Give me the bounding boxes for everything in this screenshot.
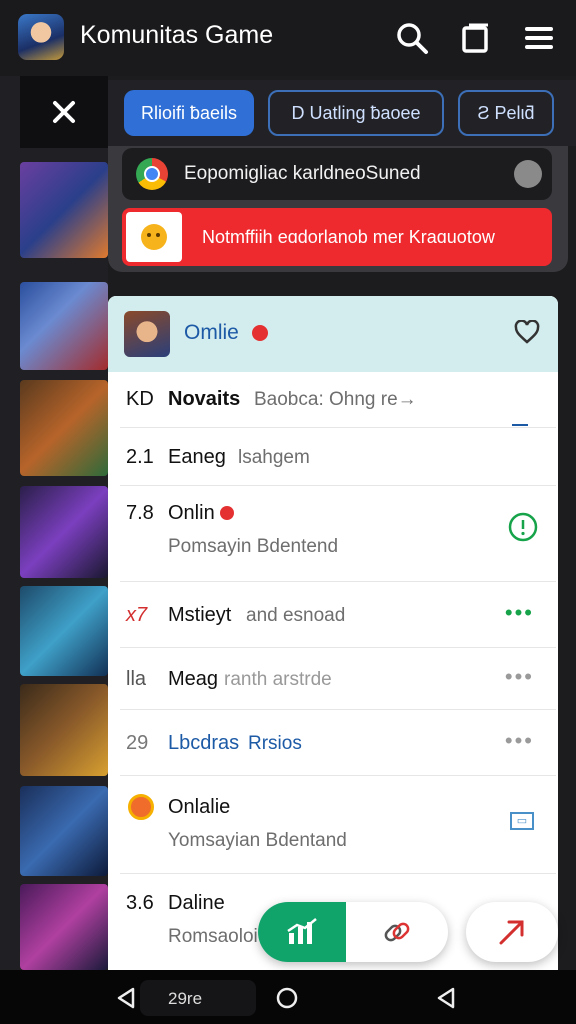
list-item[interactable]: 7.8 Onlin Pomsayin Bdentend: [120, 486, 556, 582]
row-name: Onlalie: [168, 796, 231, 818]
link-icon: [384, 922, 410, 942]
browser-icon: [136, 158, 168, 190]
home-icon[interactable]: [273, 984, 301, 1012]
menu-icon[interactable]: [519, 18, 559, 58]
app-title: Komunitas Game: [80, 21, 274, 49]
status-icon: [128, 794, 154, 820]
row-name: Mstieyt: [168, 604, 232, 626]
row-number: 29: [126, 732, 149, 754]
back-icon[interactable]: [112, 984, 140, 1012]
alert-icon[interactable]: [508, 512, 538, 547]
heart-icon[interactable]: [514, 319, 540, 349]
status-dot: [252, 325, 268, 341]
panel-header: Omlie: [108, 296, 558, 372]
row-subtext: and esnoad: [246, 605, 346, 626]
row-number: 3.6: [126, 892, 154, 914]
system-nav-bar: 29re: [0, 970, 576, 1024]
row-number: x7: [126, 604, 148, 626]
game-thumbnail[interactable]: [20, 162, 108, 258]
game-thumbnail[interactable]: [20, 282, 108, 370]
notification-alert[interactable]: Notmffiih eɑdorlanob mer Kraɑuotow: [122, 208, 552, 266]
row-subtext: Yomsayian Bdentand: [168, 830, 347, 851]
chip-filter-3[interactable]: Ƨ Pelιƌ: [458, 90, 554, 136]
nav-label-box: 29re: [140, 980, 256, 1016]
row-name: Novaits: [168, 388, 241, 410]
game-thumbnail[interactable]: [20, 486, 108, 578]
list-item[interactable]: x7 Mstieyt and esnoad •••: [120, 582, 556, 648]
row-name: Eaneg: [168, 446, 226, 468]
online-list-panel: Omlie KD Novaits Baobca: Ohng re→ 2.1 Ea…: [108, 296, 558, 970]
search-icon[interactable]: [392, 18, 432, 58]
game-thumbnail[interactable]: [20, 884, 108, 970]
notification-browser[interactable]: Eopomigliac karldneoSuned: [122, 148, 552, 200]
panel-title: Omlie: [184, 321, 239, 344]
row-subtext: Romsaoloi: [168, 926, 258, 947]
status-dot: [220, 506, 234, 520]
close-icon[interactable]: [20, 76, 108, 148]
emoji-icon: [126, 212, 182, 262]
arrow-icon: [499, 920, 524, 945]
row-name: Meag: [168, 668, 219, 690]
game-thumbnail[interactable]: [20, 380, 108, 476]
share-button[interactable]: [466, 902, 558, 962]
tag-icon[interactable]: ▭: [510, 812, 534, 830]
row-subtext: Pomsayin Bdentend: [168, 536, 339, 557]
more-icon[interactable]: •••: [505, 728, 534, 754]
game-thumbnail[interactable]: [20, 586, 108, 676]
nav-label: 29re: [168, 989, 203, 1008]
row-number: 7.8: [126, 502, 154, 524]
list-item[interactable]: Onlalie Yomsayian Bdentand ▭: [120, 776, 556, 874]
row-subtext: ranth arstrde: [224, 669, 332, 690]
more-icon[interactable]: •••: [505, 600, 534, 626]
row-subtext: lsahgem: [238, 447, 310, 468]
game-thumbnail[interactable]: [20, 684, 108, 776]
row-subtext: Baobca: Ohng re→: [254, 389, 417, 410]
recents-icon[interactable]: [432, 984, 460, 1012]
action-pill: [258, 902, 448, 962]
list-item[interactable]: 29 Lbcdras Rrsios •••: [120, 710, 556, 776]
row-name: Onlin: [168, 502, 215, 524]
link-button[interactable]: [346, 902, 448, 962]
row-number: KD: [126, 388, 154, 410]
app-avatar[interactable]: [18, 14, 64, 60]
settings-icon[interactable]: [514, 160, 542, 188]
notification-text: Notmffiih eɑdorlanob mer Kraɑuotow: [202, 227, 495, 247]
row-number: 2.1: [126, 446, 154, 468]
chart-icon: [287, 918, 317, 944]
chip-filter-2[interactable]: D Uatling ƀaoee: [268, 90, 444, 136]
chip-filter-1[interactable]: Rlioifi ƀaeils: [124, 90, 254, 136]
row-subtext: Rrsios: [248, 733, 302, 754]
list-item[interactable]: KD Novaits Baobca: Ohng re→: [120, 372, 556, 428]
row-number: lla: [126, 668, 147, 690]
list-item[interactable]: 2.1 Eaneg lsahgem: [120, 428, 556, 486]
row-name: Daline: [168, 892, 225, 914]
row-name: Lbcdras: [168, 732, 240, 754]
stats-button[interactable]: [258, 902, 346, 962]
more-icon[interactable]: •••: [505, 664, 534, 690]
filter-chips: Rlioifi ƀaeils D Uatling ƀaoee Ƨ Pelιƌ: [108, 80, 576, 146]
game-thumbnail[interactable]: [20, 786, 108, 876]
list-item[interactable]: lla Meag ranth arstrde •••: [120, 648, 556, 710]
dash-icon: [512, 424, 528, 426]
avatar: [124, 311, 170, 357]
notification-text: Eopomigliac karldneoSuned: [184, 163, 421, 184]
copy-icon[interactable]: [456, 18, 496, 58]
app-bar: Komunitas Game: [0, 0, 576, 76]
